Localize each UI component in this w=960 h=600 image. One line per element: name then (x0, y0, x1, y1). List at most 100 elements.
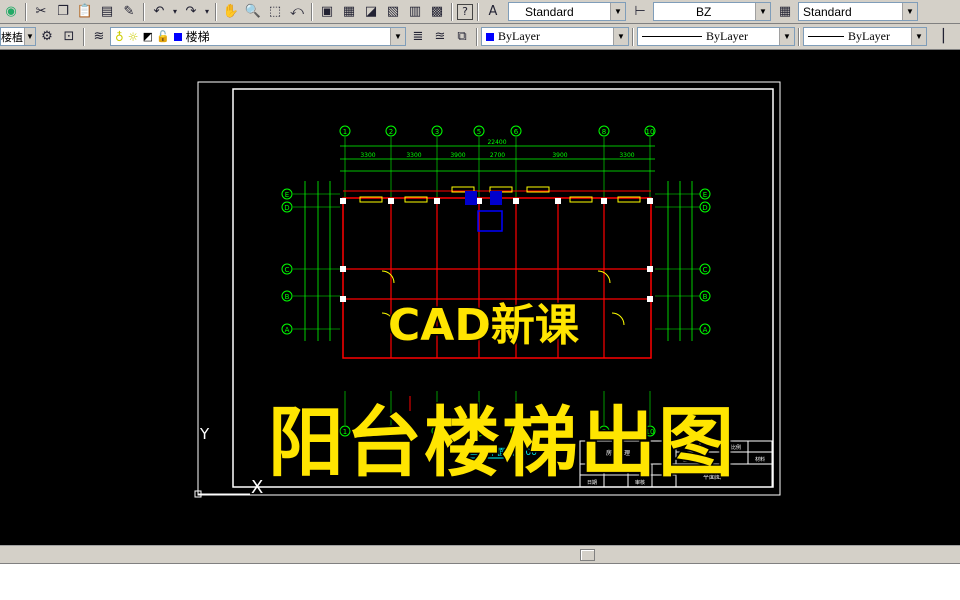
axis-label: 8 (602, 128, 606, 136)
gear-icon[interactable]: ⚙ (37, 27, 57, 47)
table-style-icon: ▦ (778, 4, 792, 19)
cut-icon[interactable]: ✂ (31, 2, 51, 22)
match-properties-icon[interactable]: ▤ (97, 2, 117, 22)
chevron-down-icon[interactable]: ▼ (24, 28, 35, 45)
horizontal-scrollbar[interactable] (0, 545, 960, 563)
viewport-freeze-icon[interactable]: ◩ (143, 30, 153, 43)
dim-style-select[interactable]: BZ ▼ (653, 2, 771, 21)
toolbar-separator (311, 2, 313, 21)
chevron-down-icon[interactable]: ▼ (779, 28, 794, 45)
chevron-down-icon[interactable]: ▼ (755, 3, 770, 20)
lock-icon[interactable]: 🔓 (156, 30, 170, 43)
linetype-sample (642, 36, 702, 37)
zoom-realtime-icon[interactable]: 🔍 (243, 2, 263, 22)
toolbar-separator (798, 27, 800, 46)
segment-dimension: 3300 (619, 152, 634, 159)
wall-column (601, 198, 607, 204)
toolbar-separator (215, 2, 217, 21)
stair (490, 191, 502, 205)
ucs-icon: Y X (194, 425, 263, 498)
properties-icon[interactable]: ▣ (317, 2, 337, 22)
wall-column (340, 296, 346, 302)
toolbar-separator (25, 2, 27, 21)
side-axis-label: B (703, 293, 708, 301)
design-center-icon[interactable]: ▦ (339, 2, 359, 22)
wall-column (340, 266, 346, 272)
segment-dimension: 2700 (490, 152, 505, 159)
redo-icon[interactable]: ↷ (181, 2, 201, 22)
workspace-settings-icon[interactable]: ⊡ (59, 27, 79, 47)
workspace-value: 楼植 (1, 31, 23, 44)
lineweight-sample (808, 36, 844, 37)
toolbar-separator (632, 27, 634, 46)
layers-properties-toolbar: 楼植 ▼ ⚙ ⊡ ≋ ♁ ☼ ◩ 🔓 楼梯 ▼ ≣ ≊ ⧉ ByLayer ▼ … (0, 24, 960, 50)
workspace-select[interactable]: 楼植 ▼ (0, 27, 36, 46)
plot-style-icon[interactable]: ▕ (929, 27, 949, 47)
side-axis-label: B (285, 293, 290, 301)
layer-color-swatch (173, 32, 182, 41)
layer-states-icon[interactable]: ⧉ (452, 27, 472, 47)
linetype-value: ByLayer (706, 29, 748, 43)
linetype-select[interactable]: ByLayer ▼ (637, 27, 795, 46)
app-icon[interactable]: ◉ (1, 2, 21, 22)
total-dimension: 22400 (487, 139, 506, 146)
paste-icon[interactable]: 📋 (75, 2, 95, 22)
scrollbar-thumb[interactable] (580, 549, 595, 561)
wall-column (647, 266, 653, 272)
color-select[interactable]: ByLayer ▼ (481, 27, 629, 46)
zoom-previous-icon[interactable]: ⤺ (287, 2, 307, 22)
side-axis-label: D (702, 204, 707, 212)
tb-field4: 材料 (755, 456, 765, 463)
text-style-select[interactable]: Standard ▼ (508, 2, 626, 21)
markup-icon[interactable]: ▥ (405, 2, 425, 22)
axis-label: 1 (343, 128, 347, 136)
make-current-layer-icon[interactable]: ≣ (408, 27, 428, 47)
chevron-down-icon[interactable]: ▼ (390, 28, 405, 45)
chevron-down-icon[interactable]: ▼ (613, 28, 628, 45)
chevron-down-icon[interactable]: ▼ (610, 3, 625, 20)
copy-icon[interactable]: ❐ (53, 2, 73, 22)
wall-column (555, 198, 561, 204)
table-style-select[interactable]: Standard ▼ (798, 2, 918, 21)
undo-dropdown-icon[interactable]: ▾ (171, 2, 179, 22)
zoom-window-icon[interactable]: ⬚ (265, 2, 285, 22)
wall-column (647, 296, 653, 302)
layer-select[interactable]: ♁ ☼ ◩ 🔓 楼梯 ▼ (110, 27, 406, 46)
table-style-value: Standard (803, 4, 852, 19)
tool-palettes-icon[interactable]: ◪ (361, 2, 381, 22)
layer-previous-icon[interactable]: ≊ (430, 27, 450, 47)
wall-column (340, 198, 346, 204)
drawing-canvas[interactable]: 1 1 2 2 3 3 5 5 6 6 8 8 10 10 22400 3300 3300 3900 2700 390… (0, 51, 960, 545)
side-axis-label: D (284, 204, 289, 212)
layer-manager-icon[interactable]: ≋ (89, 27, 109, 47)
bulb-icon[interactable]: ♁ (115, 30, 124, 44)
axis-label: 3 (435, 128, 439, 136)
stair (465, 191, 477, 205)
axis-label: 10 (646, 128, 655, 136)
command-line[interactable] (0, 563, 960, 600)
pan-icon[interactable]: ✋ (221, 2, 241, 22)
segment-dimension: 3300 (360, 152, 375, 159)
side-axis-label: C (703, 266, 708, 274)
door-swing (611, 312, 625, 326)
stair (477, 210, 503, 232)
dim-style-icon: ⊢ (634, 4, 646, 19)
toolbar-separator (476, 27, 478, 46)
sheet-set-icon[interactable]: ▧ (383, 2, 403, 22)
side-axis-label: C (285, 266, 290, 274)
axis-label: 5 (477, 128, 481, 136)
lineweight-select[interactable]: ByLayer ▼ (803, 27, 927, 46)
help-icon[interactable]: ? (457, 3, 473, 20)
calculator-icon[interactable]: ▩ (427, 2, 447, 22)
toolbar-separator (451, 2, 453, 21)
redo-dropdown-icon[interactable]: ▾ (203, 2, 211, 22)
undo-icon[interactable]: ↶ (149, 2, 169, 22)
ucs-y-label: Y (199, 425, 210, 443)
color-value: ByLayer (498, 29, 540, 43)
side-axis-label: A (285, 326, 290, 334)
toolbar-separator (83, 27, 85, 46)
paintbrush-icon[interactable]: ✎ (119, 2, 139, 22)
chevron-down-icon[interactable]: ▼ (911, 28, 926, 45)
chevron-down-icon[interactable]: ▼ (902, 3, 917, 20)
sun-icon[interactable]: ☼ (128, 30, 139, 44)
